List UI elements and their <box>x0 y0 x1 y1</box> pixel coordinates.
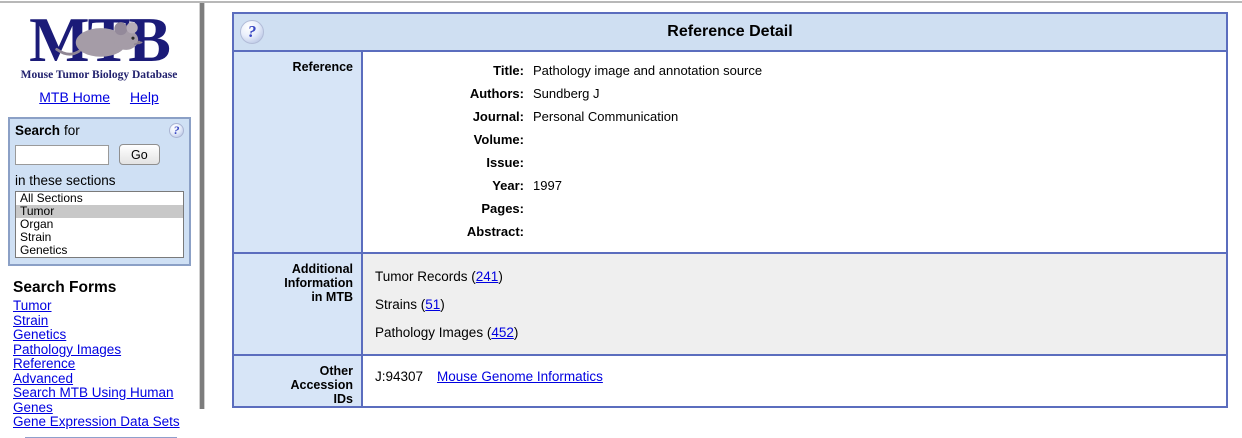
tumor-records-text: Tumor Records ( <box>375 269 476 284</box>
search-box: Search for ? Go in these sections All Se… <box>8 117 191 266</box>
help-link[interactable]: Help <box>130 89 159 105</box>
sections-label: in these sections <box>15 173 184 188</box>
field-year-value: 1997 <box>533 174 562 197</box>
field-authors-value: Sundberg J <box>533 82 600 105</box>
main-content: ? Reference Detail Reference Title: Path… <box>232 12 1228 408</box>
tumor-records-close: ) <box>498 269 503 284</box>
search-form-link-advanced[interactable]: Advanced <box>13 372 198 387</box>
search-form-link-pathology-images[interactable]: Pathology Images <box>13 343 198 358</box>
sidebar: MTB Mouse Tumor Biology Database MTB Hom… <box>0 3 198 438</box>
frame-divider[interactable] <box>199 3 205 409</box>
mouse-genome-informatics-link[interactable]: Mouse Genome Informatics <box>437 369 603 384</box>
additional-info-row-label: Additional Information in MTB <box>234 254 363 354</box>
additional-info-content: Tumor Records (241) Strains (51) Patholo… <box>363 254 1226 354</box>
field-issue-label: Issue: <box>363 151 533 174</box>
strains-count-link[interactable]: 51 <box>425 297 440 312</box>
search-form-link-reference[interactable]: Reference <box>13 357 198 372</box>
field-year: Year: 1997 <box>363 174 1226 197</box>
tumor-records-line: Tumor Records (241) <box>375 263 1226 291</box>
field-abstract: Abstract: <box>363 220 1226 243</box>
reference-detail-panel: ? Reference Detail Reference Title: Path… <box>232 12 1228 408</box>
field-title: Title: Pathology image and annotation so… <box>363 59 1226 82</box>
tumor-records-count-link[interactable]: 241 <box>476 269 499 284</box>
search-form-link-strain[interactable]: Strain <box>13 314 198 329</box>
strains-text: Strains ( <box>375 297 425 312</box>
sidebar-divider-rule <box>25 437 177 438</box>
reference-fields: Title: Pathology image and annotation so… <box>363 52 1226 252</box>
search-input[interactable] <box>15 145 109 165</box>
field-title-value: Pathology image and annotation source <box>533 59 762 82</box>
field-authors-label: Authors: <box>363 82 533 105</box>
field-pages-label: Pages: <box>363 197 533 220</box>
field-journal: Journal: Personal Communication <box>363 105 1226 128</box>
search-title-rest: for <box>64 123 80 138</box>
accession-row: Other Accession IDs J:94307 Mouse Genome … <box>234 354 1226 406</box>
reference-row-label: Reference <box>234 52 363 252</box>
accession-row-label: Other Accession IDs <box>234 356 363 406</box>
field-volume-label: Volume: <box>363 128 533 151</box>
search-form-link-tumor[interactable]: Tumor <box>13 299 198 314</box>
search-forms-heading: Search Forms <box>13 279 198 297</box>
search-title: Search for ? <box>15 123 184 138</box>
field-journal-label: Journal: <box>363 105 533 128</box>
section-option-genetics[interactable]: Genetics <box>16 244 183 257</box>
search-forms-section: Search Forms Tumor Strain Genetics Patho… <box>0 266 198 438</box>
mouse-logo-image <box>53 13 157 65</box>
search-form-link-genetics[interactable]: Genetics <box>13 328 198 343</box>
field-journal-value: Personal Communication <box>533 105 678 128</box>
search-title-bold: Search <box>15 123 60 138</box>
panel-header: ? Reference Detail <box>234 14 1226 50</box>
strains-close: ) <box>440 297 445 312</box>
search-form-link-gene-expression[interactable]: Gene Expression Data Sets <box>13 415 198 430</box>
additional-info-row: Additional Information in MTB Tumor Reco… <box>234 252 1226 354</box>
accession-content: J:94307 Mouse Genome Informatics <box>363 356 1226 406</box>
pathology-images-count-link[interactable]: 452 <box>491 325 514 340</box>
field-year-label: Year: <box>363 174 533 197</box>
mtb-home-link[interactable]: MTB Home <box>39 89 110 105</box>
search-help-icon[interactable]: ? <box>169 123 184 138</box>
search-row: Go <box>15 144 184 165</box>
field-pages: Pages: <box>363 197 1226 220</box>
field-title-label: Title: <box>363 59 533 82</box>
sidebar-nav: MTB Home Help <box>0 89 198 105</box>
pathology-images-line: Pathology Images (452) <box>375 319 1226 347</box>
help-icon[interactable]: ? <box>240 20 264 44</box>
mtb-logo: MTB Mouse Tumor Biology Database <box>0 3 198 81</box>
search-form-link-human-genes[interactable]: Search MTB Using Human Genes <box>13 386 198 415</box>
strains-line: Strains (51) <box>375 291 1226 319</box>
pathology-images-text: Pathology Images ( <box>375 325 491 340</box>
sections-listbox: All Sections Tumor Organ Strain Genetics <box>15 191 184 258</box>
go-button[interactable]: Go <box>119 144 160 165</box>
page-title: Reference Detail <box>234 23 1226 41</box>
accession-id: J:94307 <box>375 369 423 384</box>
pathology-images-close: ) <box>514 325 519 340</box>
mtb-logo-subtitle: Mouse Tumor Biology Database <box>0 69 198 81</box>
reference-row: Reference Title: Pathology image and ann… <box>234 50 1226 252</box>
field-issue: Issue: <box>363 151 1226 174</box>
field-abstract-label: Abstract: <box>363 220 533 243</box>
field-authors: Authors: Sundberg J <box>363 82 1226 105</box>
field-volume: Volume: <box>363 128 1226 151</box>
